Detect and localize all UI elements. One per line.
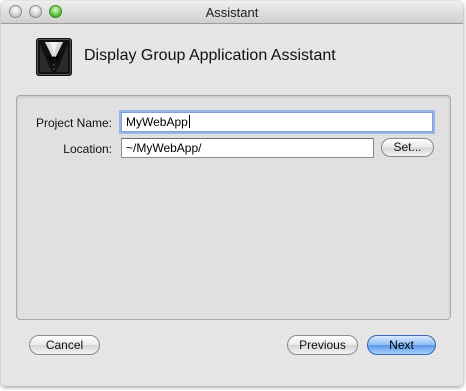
tuxedo-icon — [36, 38, 72, 76]
previous-button[interactable]: Previous — [287, 335, 358, 355]
assistant-heading: Display Group Application Assistant — [84, 47, 336, 64]
text-caret — [188, 115, 190, 128]
project-name-field[interactable]: MyWebApp — [121, 112, 433, 132]
assistant-window: Assistant Display Group Application Assi… — [1, 1, 463, 386]
set-location-button[interactable]: Set... — [381, 138, 434, 157]
project-name-label: Project Name: — [35, 116, 112, 130]
next-button[interactable]: Next — [367, 335, 436, 355]
project-name-value: MyWebApp — [126, 115, 188, 129]
location-field[interactable]: ~/MyWebApp/ — [121, 138, 374, 158]
cancel-button[interactable]: Cancel — [29, 335, 100, 355]
location-value: ~/MyWebApp/ — [126, 141, 202, 155]
window-title: Assistant — [205, 5, 259, 20]
form-panel: Project Name: MyWebApp Location: ~/MyWeb… — [16, 95, 451, 320]
title-bar: Assistant — [1, 1, 463, 24]
location-label: Location: — [63, 142, 112, 156]
